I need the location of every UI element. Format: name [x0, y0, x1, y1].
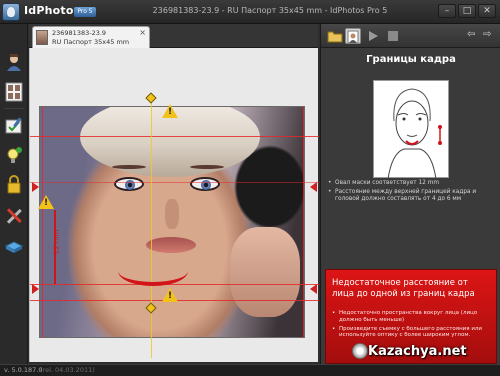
photo-sheet-icon[interactable] — [4, 82, 24, 102]
play-icon[interactable] — [365, 28, 381, 44]
document-tabstrip: 236981383-23.9 RU Паспорт 35x45 mm × — [29, 24, 318, 48]
chin-guide[interactable] — [30, 284, 319, 285]
maximize-button[interactable]: □ — [458, 4, 476, 18]
left-toolbar — [0, 24, 28, 364]
release-date-label: (rel. 04.03.2011) — [40, 366, 95, 374]
brand-name: IdPhotos — [24, 4, 81, 17]
forward-arrow-icon[interactable]: ⇨ — [483, 29, 491, 40]
photo-canvas[interactable]: ! ! ! 12 mm — [29, 48, 319, 362]
left-arrow-icon[interactable] — [32, 182, 39, 192]
toolbar-divider — [4, 108, 24, 109]
tip-item: Овал маски соответствует 12 mm — [327, 180, 497, 187]
right-toolbar: ⇦ ⇨ — [321, 24, 500, 48]
portrait-photo — [39, 106, 305, 338]
document-tab[interactable]: 236981383-23.9 RU Паспорт 35x45 mm × — [32, 26, 150, 48]
center-vertical-guide[interactable] — [151, 100, 152, 358]
version-label: v. 5.0.187.0 — [4, 366, 43, 374]
alert-item: Произведите съемку с большего расстояния… — [332, 326, 494, 340]
left-crop-guide[interactable] — [42, 106, 43, 338]
tip-item: Расстояние между верхней границей кадра … — [327, 189, 497, 203]
stop-icon[interactable] — [385, 28, 401, 44]
alert-item: Недостаточно пространства вокруг лица (л… — [332, 310, 494, 324]
right-crop-guide[interactable] — [303, 106, 304, 338]
top-crop-guide[interactable] — [30, 136, 319, 137]
app-window: IdPhotos Pro 5 236981383-23.9 - RU Паспо… — [0, 0, 500, 376]
export-icon[interactable] — [4, 234, 24, 254]
eye-line-guide[interactable] — [30, 182, 319, 183]
left-bottom-arrow-icon[interactable] — [32, 284, 39, 294]
document-tab-close-icon[interactable]: × — [139, 28, 146, 37]
document-tab-format: RU Паспорт 35x45 mm — [52, 38, 130, 46]
person-icon[interactable] — [4, 52, 24, 72]
right-panel: ⇦ ⇨ Границы кадра Овал маски соответству… — [320, 24, 500, 364]
watermark-text: Kazachya.net — [368, 344, 467, 359]
minimize-button[interactable]: – — [438, 4, 456, 18]
warning-bottom-mark: ! — [167, 291, 173, 301]
lock-icon[interactable] — [4, 174, 24, 194]
portrait-icon[interactable] — [345, 28, 361, 44]
brand-tag: Pro 5 — [74, 7, 96, 17]
folder-icon[interactable] — [327, 28, 343, 44]
alert-items: Недостаточно пространства вокруг лица (л… — [332, 310, 494, 341]
warning-left-mark: ! — [43, 198, 49, 208]
top-handle-icon[interactable] — [145, 92, 157, 104]
chin-arc — [118, 256, 188, 286]
right-arrow-icon[interactable] — [310, 182, 317, 192]
measure-label: 12 mm — [52, 229, 61, 255]
reference-portrait-image — [373, 80, 449, 179]
tips-list: Овал маски соответствует 12 mm Расстояни… — [327, 180, 497, 205]
title-bar: IdPhotos Pro 5 236981383-23.9 - RU Паспо… — [0, 0, 500, 24]
document-thumbnail — [36, 30, 48, 45]
bulb-check-icon[interactable] — [4, 146, 24, 166]
back-arrow-icon[interactable]: ⇦ — [467, 29, 475, 40]
tools-icon[interactable] — [4, 206, 24, 226]
edit-check-icon[interactable] — [4, 116, 24, 136]
right-bottom-arrow-icon[interactable] — [310, 284, 317, 294]
app-logo-icon — [2, 3, 20, 21]
close-button[interactable]: ✕ — [478, 4, 496, 18]
document-tab-id: 236981383-23.9 — [52, 29, 107, 37]
watermark-icon — [352, 343, 368, 359]
panel-heading: Границы кадра — [366, 54, 456, 65]
status-bar: v. 5.0.187.0 (rel. 04.03.2011) — [0, 364, 500, 376]
alert-title: Недостаточное расстояние от лица до одно… — [332, 278, 475, 299]
warning-top-mark: ! — [167, 107, 173, 117]
window-title: 236981383-23.9 - RU Паспорт 35x45 mm - I… — [152, 6, 388, 15]
